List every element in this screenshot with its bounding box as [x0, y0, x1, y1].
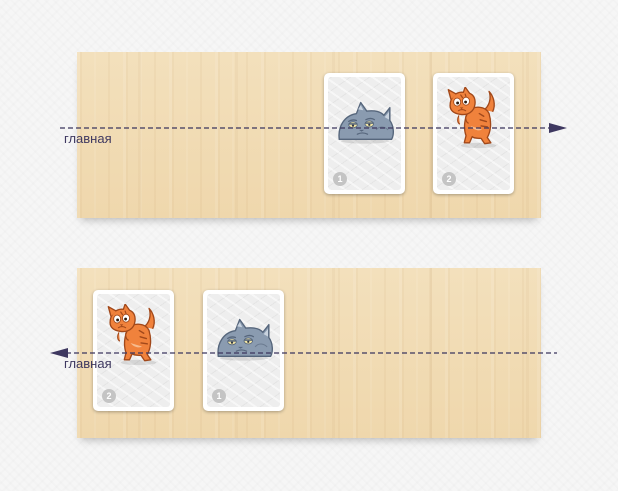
card-number-badge: 2: [442, 172, 456, 186]
axis-label-top: главная: [64, 131, 112, 146]
card-orange-cat-2[interactable]: 2: [93, 290, 174, 411]
card-grey-cat-1[interactable]: 1: [324, 73, 405, 194]
grey-sleepy-cat-icon: [335, 97, 395, 144]
orange-scared-cat-icon: [446, 87, 501, 149]
arrow-right-icon: [549, 123, 567, 133]
card-orange-cat-2[interactable]: 2: [433, 73, 514, 194]
wood-board-bottom: 2 1: [77, 268, 541, 438]
card-grey-cat-1[interactable]: 1: [203, 290, 284, 411]
card-number-badge: 1: [212, 389, 226, 403]
orange-scared-cat-icon: [106, 304, 161, 366]
wood-board-top: 1 2: [77, 52, 541, 218]
axis-label-bottom: главная: [64, 356, 112, 371]
card-number-badge: 1: [333, 172, 347, 186]
grey-sleepy-cat-icon: [214, 314, 274, 361]
card-number-badge: 2: [102, 389, 116, 403]
